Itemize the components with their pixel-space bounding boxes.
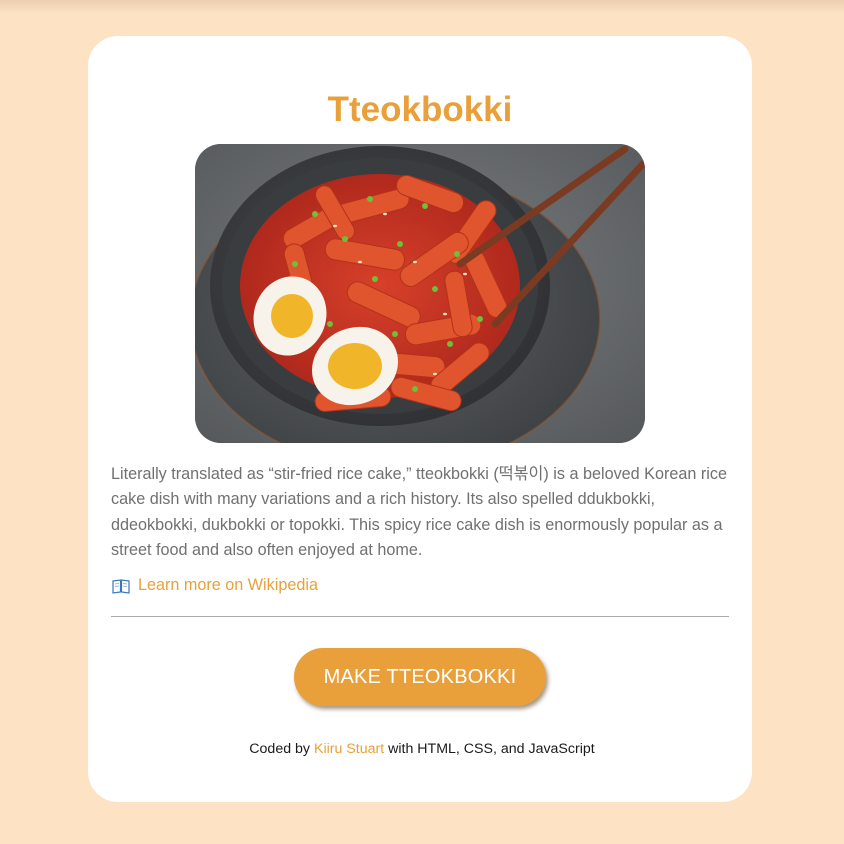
divider	[111, 616, 729, 617]
open-book-icon	[112, 578, 130, 594]
page-title: Tteokbokki	[327, 90, 513, 129]
make-tteokbokki-button[interactable]: MAKE TTEOKBOKKI	[294, 648, 546, 706]
dish-description: Literally translated as “stir-fried rice…	[111, 465, 727, 559]
tteokbokki-photo	[195, 144, 645, 443]
wikipedia-link-row: Learn more on Wikipedia	[112, 576, 318, 595]
author-link[interactable]: Kiiru Stuart	[314, 741, 384, 757]
wikipedia-link[interactable]: Learn more on Wikipedia	[138, 576, 318, 595]
top-shadow	[0, 0, 844, 14]
footer-credit: Coded by Kiiru Stuart with HTML, CSS, an…	[0, 741, 844, 757]
footer-prefix: Coded by	[249, 741, 311, 757]
footer-suffix: with HTML, CSS, and JavaScript	[388, 741, 595, 757]
tteokbokki-illustration	[195, 144, 645, 443]
